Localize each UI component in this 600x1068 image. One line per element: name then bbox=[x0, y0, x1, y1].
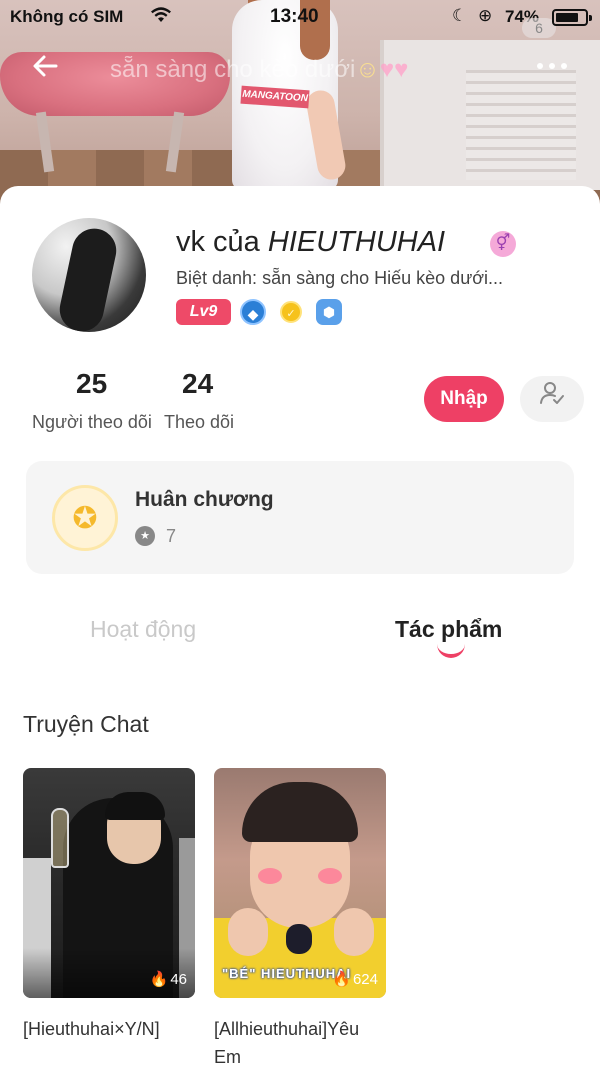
avatar[interactable] bbox=[32, 218, 146, 332]
profile-username: vk của HIEUTHUHAI bbox=[176, 226, 445, 259]
clock: 13:40 bbox=[270, 6, 319, 27]
banner-watermark-text: sẵn sàng cho kèo dưới bbox=[110, 56, 356, 83]
heart-emoji-icon: ♥♥ bbox=[379, 56, 409, 83]
profile-nickname: Biệt danh: sẵn sàng cho Hiếu kèo dưới... bbox=[176, 268, 504, 288]
wifi-icon bbox=[150, 6, 172, 29]
gender-icon: ⚥ bbox=[490, 231, 516, 257]
cover-hand bbox=[334, 908, 374, 956]
avatar-figure bbox=[55, 224, 121, 332]
work-title[interactable]: [Hieuthuhai×Y/N] bbox=[23, 1015, 199, 1043]
medals-title: Huân chương bbox=[135, 488, 274, 511]
username-highlight: HIEUTHUHAI bbox=[267, 226, 446, 258]
cover-blush bbox=[258, 868, 282, 884]
level-badge[interactable]: Lv9 bbox=[176, 299, 231, 325]
tab-works[interactable]: Tác phẩm bbox=[395, 616, 502, 643]
coin-badge-icon[interactable]: ✓ bbox=[280, 301, 302, 323]
view-count: 🔥 624 bbox=[332, 970, 378, 988]
username-prefix: vk của bbox=[176, 226, 268, 258]
user-check-icon[interactable] bbox=[520, 376, 584, 422]
flame-icon: 🔥 bbox=[332, 971, 351, 988]
cover-hand bbox=[228, 908, 268, 956]
star-icon: ★ bbox=[135, 526, 155, 546]
view-count-value: 624 bbox=[352, 971, 378, 988]
work-card[interactable]: 🔥 46 bbox=[23, 768, 195, 998]
banner-watermark: sẵn sàng cho kèo dưới☺♥♥ bbox=[110, 56, 408, 84]
battery-icon bbox=[552, 9, 592, 26]
cover-mic bbox=[286, 924, 312, 954]
banner-cabinet-slats bbox=[466, 70, 576, 180]
back-arrow-icon[interactable] bbox=[30, 50, 66, 86]
follow-button[interactable]: Nhập bbox=[424, 376, 504, 422]
diamond-badge-icon[interactable]: ◆ bbox=[240, 299, 266, 325]
view-count: 🔥 46 bbox=[150, 970, 187, 988]
medal-icon: ✪ bbox=[52, 485, 118, 551]
carrier-label: Không có SIM bbox=[10, 7, 124, 26]
followers-count[interactable]: 25 bbox=[76, 368, 107, 400]
work-card[interactable]: "BÉ" HIEUTHUHAI 🔥 624 bbox=[214, 768, 386, 998]
following-count[interactable]: 24 bbox=[182, 368, 213, 400]
cover-blush bbox=[318, 868, 342, 884]
shield-badge-icon[interactable]: ⬢ bbox=[316, 299, 342, 325]
medals-count: 7 bbox=[166, 526, 177, 546]
moon-icon: ☾ bbox=[452, 6, 468, 25]
battery-nub bbox=[589, 15, 592, 21]
view-count-value: 46 bbox=[170, 971, 187, 988]
section-title: Truyện Chat bbox=[23, 711, 149, 737]
followers-label[interactable]: Người theo dõi bbox=[32, 412, 152, 433]
orientation-lock-icon: ⊕ bbox=[478, 6, 493, 25]
status-bar: Không có SIM 13:40 ☾ ⊕ 74% 6 bbox=[0, 0, 600, 38]
smile-emoji-icon: ☺ bbox=[355, 56, 380, 83]
battery-fill bbox=[556, 13, 578, 22]
cover-hair bbox=[242, 782, 358, 842]
work-title[interactable]: [Allhieuthuhai]Yêu Em bbox=[214, 1015, 390, 1068]
flame-icon: 🔥 bbox=[149, 971, 169, 988]
cover-hair bbox=[105, 792, 165, 820]
tab-activity[interactable]: Hoạt động bbox=[90, 616, 196, 643]
cover-glass bbox=[51, 808, 69, 868]
following-label[interactable]: Theo dõi bbox=[164, 412, 234, 433]
more-dots-icon[interactable] bbox=[532, 50, 572, 86]
notification-count-badge: 6 bbox=[522, 18, 556, 38]
